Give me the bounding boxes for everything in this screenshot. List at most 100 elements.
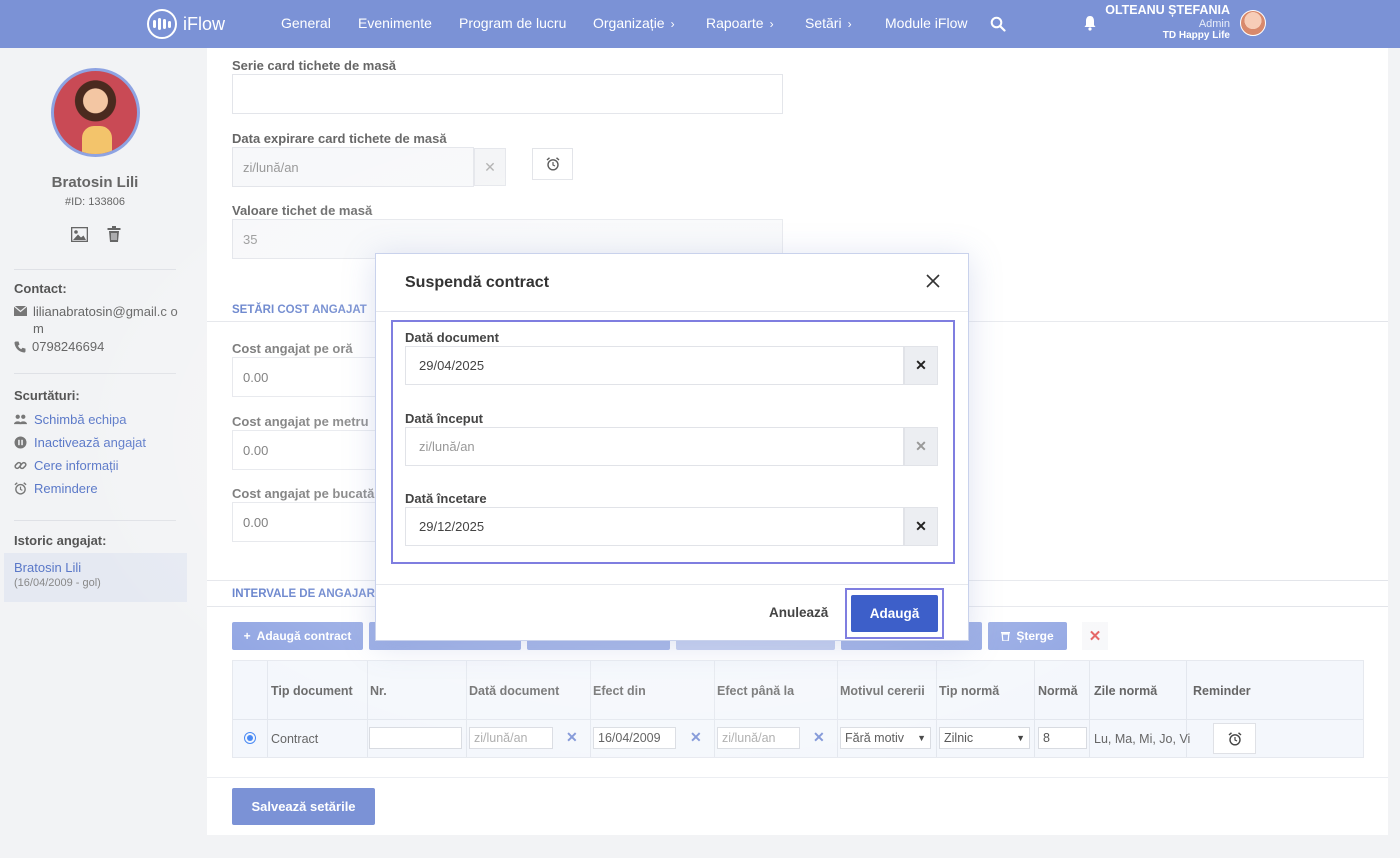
image-icon[interactable] <box>71 227 88 242</box>
chevron-right-icon: › <box>769 17 774 31</box>
end-date-label: Dată încetare <box>405 491 487 506</box>
chevron-right-icon: › <box>670 17 675 31</box>
cell-efect-din-input[interactable]: 16/04/2009 <box>593 727 676 749</box>
card-expiry-label: Data expirare card tichete de masă <box>232 131 447 146</box>
cell-tip-document: Contract <box>271 732 319 746</box>
add-button[interactable]: Adaugă <box>851 595 938 632</box>
alarm-icon <box>1228 731 1241 746</box>
nav-setari[interactable]: Setări › <box>805 15 852 31</box>
close-icon[interactable]: ✕ <box>904 507 938 546</box>
search-icon[interactable] <box>990 16 1006 32</box>
history-item-dates: (16/04/2009 - gol) <box>14 577 101 589</box>
iflow-logo-icon <box>147 9 177 39</box>
doc-date-input[interactable]: 29/04/2025 <box>405 346 904 385</box>
trash-icon[interactable] <box>107 226 121 242</box>
shortcuts-heading: Scurtături: <box>14 388 80 403</box>
add-contract-button[interactable]: + Adaugă contract <box>232 622 363 650</box>
close-icon[interactable] <box>925 273 941 289</box>
alarm-icon <box>546 157 559 171</box>
shortcut-label: Cere informații <box>34 458 119 473</box>
save-settings-button[interactable]: Salvează setările <box>232 788 375 825</box>
col-header-motivul-cererii: Motivul cererii <box>840 684 925 698</box>
end-date-input[interactable]: 29/12/2025 <box>405 507 904 546</box>
contact-phone-text: 0798246694 <box>32 339 105 354</box>
close-icon[interactable]: ✕ <box>1082 622 1108 650</box>
shortcut-label: Schimbă echipa <box>34 412 127 427</box>
intervals-table: Tip document Nr. Dată document Efect din… <box>232 660 1364 758</box>
card-series-input[interactable] <box>232 74 783 114</box>
close-icon[interactable]: ✕ <box>904 427 938 466</box>
user-menu[interactable]: OLTEANU ȘTEFANIA Admin TD Happy Life <box>1105 3 1230 41</box>
link-icon <box>14 461 27 470</box>
card-expiry-input[interactable]: zi/lună/an <box>232 147 474 187</box>
start-date-label: Dată început <box>405 411 484 426</box>
tab-intervals[interactable]: INTERVALE DE ANGAJARE <box>232 588 383 600</box>
shortcut-cere-informatii[interactable]: Cere informații <box>14 458 119 473</box>
nav-setari-label: Setări <box>805 15 842 31</box>
tab-cost-settings[interactable]: SETĂRI COST ANGAJAT <box>232 304 367 316</box>
contact-phone: 0798246694 <box>14 339 179 354</box>
reminder-button[interactable] <box>532 148 573 180</box>
pause-circle-icon <box>14 436 27 449</box>
nav-rapoarte-label: Rapoarte <box>706 15 764 31</box>
divider <box>14 373 176 374</box>
app-logo[interactable]: iFlow <box>147 9 225 39</box>
employee-name: Bratosin Lili <box>51 174 139 191</box>
user-avatar[interactable] <box>1240 10 1266 36</box>
cell-efect-pana-la-input[interactable]: zi/lună/an <box>717 727 800 749</box>
col-header-tip-norma: Tip normă <box>939 684 1000 698</box>
shortcut-remindere[interactable]: Remindere <box>14 481 98 496</box>
user-name: OLTEANU ȘTEFANIA <box>1105 3 1230 17</box>
user-role: Admin <box>1198 17 1230 30</box>
nav-evenimente[interactable]: Evenimente <box>358 15 432 31</box>
row-reminder-button[interactable] <box>1213 723 1256 754</box>
phone-icon <box>14 341 26 353</box>
cancel-button[interactable]: Anulează <box>769 605 828 620</box>
nav-program-de-lucru[interactable]: Program de lucru <box>459 15 566 31</box>
contact-heading: Contact: <box>14 281 67 296</box>
history-heading: Istoric angajat: <box>14 533 107 548</box>
divider <box>207 777 1388 778</box>
nav-organizatie-label: Organizație <box>593 15 665 31</box>
cell-tip-norma-select[interactable]: Zilnic ▼ <box>939 727 1030 749</box>
history-item-name: Bratosin Lili <box>14 560 82 575</box>
col-header-reminder: Reminder <box>1193 684 1251 698</box>
cost-hour-label: Cost angajat pe oră <box>232 341 353 356</box>
bell-icon[interactable] <box>1083 15 1097 31</box>
cost-meter-label: Cost angajat pe metru <box>232 414 369 429</box>
col-header-norma: Normă <box>1038 684 1078 698</box>
history-item[interactable]: Bratosin Lili (16/04/2009 - gol) <box>4 553 187 602</box>
row-select-radio[interactable] <box>244 732 256 744</box>
close-icon[interactable]: ✕ <box>566 729 578 746</box>
contact-email: lilianabratosin@gmail.c om <box>14 303 179 337</box>
close-icon[interactable]: ✕ <box>904 346 938 385</box>
shortcut-inactiveaza-angajat[interactable]: Inactivează angajat <box>14 435 146 450</box>
col-header-efect-pana-la: Efect până la <box>717 684 795 698</box>
cell-norma-input[interactable]: 8 <box>1038 727 1087 749</box>
modal-title: Suspendă contract <box>405 274 550 291</box>
add-contract-label: Adaugă contract <box>256 629 352 643</box>
profile-sidebar: Bratosin Lili #ID: 133806 Contact: lilia… <box>0 48 190 858</box>
delete-label: Șterge <box>1016 629 1054 643</box>
cell-zile-norma: Lu, Ma, Mi, Jo, Vi <box>1094 732 1191 746</box>
shortcut-schimba-echipa[interactable]: Schimbă echipa <box>14 412 127 427</box>
cell-nr-input[interactable] <box>369 727 462 749</box>
cost-piece-label: Cost angajat pe bucată <box>232 486 375 501</box>
col-header-efect-din: Efect din <box>593 684 646 698</box>
delete-button[interactable]: Șterge <box>988 622 1067 650</box>
close-icon[interactable]: ✕ <box>813 729 825 746</box>
users-icon <box>14 414 27 425</box>
start-date-input[interactable]: zi/lună/an <box>405 427 904 466</box>
col-header-nr: Nr. <box>370 684 387 698</box>
nav-organizatie[interactable]: Organizație › <box>593 15 675 31</box>
cell-motiv-select[interactable]: Fără motiv ▼ <box>840 727 931 749</box>
nav-general[interactable]: General <box>281 15 331 31</box>
nav-rapoarte[interactable]: Rapoarte › <box>706 15 774 31</box>
col-header-data-document: Dată document <box>469 684 560 698</box>
suspend-contract-modal: Suspendă contract Dată document 29/04/20… <box>375 253 969 641</box>
app-name: iFlow <box>183 13 226 34</box>
nav-module-iflow[interactable]: Module iFlow <box>885 15 967 31</box>
close-icon[interactable]: ✕ <box>690 729 702 746</box>
close-icon[interactable]: ✕ <box>474 148 506 186</box>
cell-data-document-input[interactable]: zi/lună/an <box>469 727 553 749</box>
